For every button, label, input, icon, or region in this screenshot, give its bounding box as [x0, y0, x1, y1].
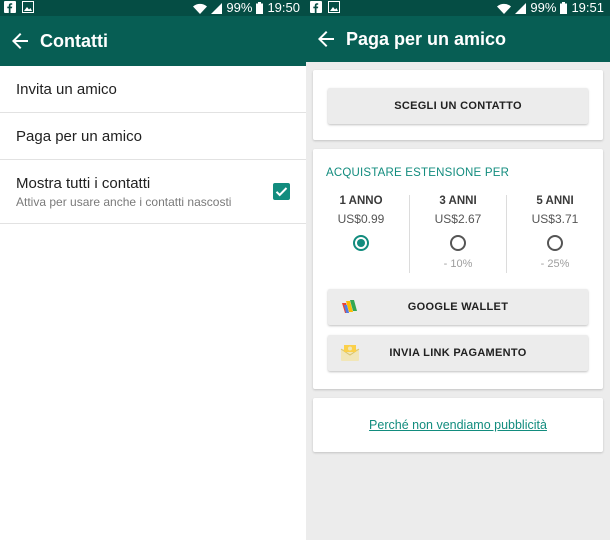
status-bar: 99% 19:50 — [0, 0, 306, 16]
radio-selected-icon[interactable] — [353, 235, 369, 251]
page-title: Paga per un amico — [346, 28, 507, 49]
google-wallet-label: GOOGLE WALLET — [407, 301, 509, 313]
plan-name: 1 ANNO — [339, 195, 383, 207]
facebook-icon — [310, 1, 322, 13]
status-time: 19:50 — [267, 0, 300, 15]
back-arrow-icon[interactable] — [0, 16, 40, 66]
extension-heading: ACQUISTARE ESTENSIONE PER — [326, 167, 510, 179]
list-item-invite-friend[interactable]: Invita un amico — [0, 66, 306, 113]
plan-options: 1 ANNO US$0.99 3 ANNI US$2.67 - 10% 5 AN… — [313, 195, 603, 273]
send-payment-link-button[interactable]: INVIA LINK PAGAMENTO — [328, 335, 588, 371]
send-payment-link-label: INVIA LINK PAGAMENTO — [389, 347, 527, 359]
checkbox-checked-icon[interactable] — [273, 183, 290, 200]
contacts-screen: 99% 19:50 Contatti Invita un amico Paga … — [0, 0, 306, 540]
extension-card: ACQUISTARE ESTENSIONE PER 1 ANNO US$0.99… — [313, 149, 603, 389]
list-item-label: Invita un amico — [16, 80, 117, 98]
battery-percentage: 99% — [530, 0, 557, 15]
signal-icon — [515, 2, 527, 14]
plan-discount: - 10% — [443, 258, 473, 270]
why-no-ads-link[interactable]: Perché non vendiamo pubblicità — [313, 418, 603, 432]
facebook-icon — [4, 1, 16, 13]
battery-icon — [560, 2, 568, 14]
list-item-show-all-contacts[interactable]: Mostra tutti i contatti Attiva per usare… — [0, 160, 306, 224]
plan-discount: - 25% — [540, 258, 570, 270]
app-bar: Contatti — [0, 16, 306, 66]
google-wallet-button[interactable]: GOOGLE WALLET — [328, 289, 588, 325]
battery-icon — [256, 2, 264, 14]
choose-contact-button[interactable]: SCEGLI UN CONTATTO — [328, 88, 588, 124]
battery-percentage: 99% — [226, 0, 253, 15]
list-item-label: Paga per un amico — [16, 127, 142, 145]
page-title: Contatti — [40, 30, 108, 51]
back-arrow-icon[interactable] — [306, 14, 346, 64]
google-wallet-icon — [340, 297, 360, 317]
status-bar: 99% 19:51 — [306, 0, 610, 16]
signal-icon — [211, 2, 223, 14]
plan-price: US$3.71 — [531, 212, 579, 226]
image-icon — [328, 1, 340, 13]
app-bar: Paga per un amico — [306, 16, 610, 62]
plan-name: 3 ANNI — [439, 195, 477, 207]
plan-option-3-years[interactable]: 3 ANNI US$2.67 - 10% — [409, 195, 506, 273]
radio-unselected-icon[interactable] — [547, 235, 563, 251]
choose-contact-card: SCEGLI UN CONTATTO — [313, 70, 603, 140]
radio-unselected-icon[interactable] — [450, 235, 466, 251]
image-icon — [22, 1, 34, 13]
status-time: 19:51 — [571, 0, 604, 15]
list-item-label: Mostra tutti i contatti — [16, 174, 151, 192]
wifi-icon — [497, 3, 512, 14]
plan-name: 5 ANNI — [536, 195, 574, 207]
plan-price: US$2.67 — [434, 212, 482, 226]
pay-for-friend-screen: 99% 19:51 Paga per un amico SCEGLI UN CO… — [306, 0, 610, 540]
plan-option-1-year[interactable]: 1 ANNO US$0.99 — [313, 195, 409, 273]
plan-price: US$0.99 — [337, 212, 385, 226]
list-item-subtitle: Attiva per usare anche i contatti nascos… — [16, 194, 232, 209]
list-item-pay-for-friend[interactable]: Paga per un amico — [0, 113, 306, 160]
payment-link-icon — [340, 343, 360, 363]
why-no-ads-card: Perché non vendiamo pubblicità — [313, 398, 603, 452]
plan-option-5-years[interactable]: 5 ANNI US$3.71 - 25% — [506, 195, 603, 273]
wifi-icon — [193, 3, 208, 14]
